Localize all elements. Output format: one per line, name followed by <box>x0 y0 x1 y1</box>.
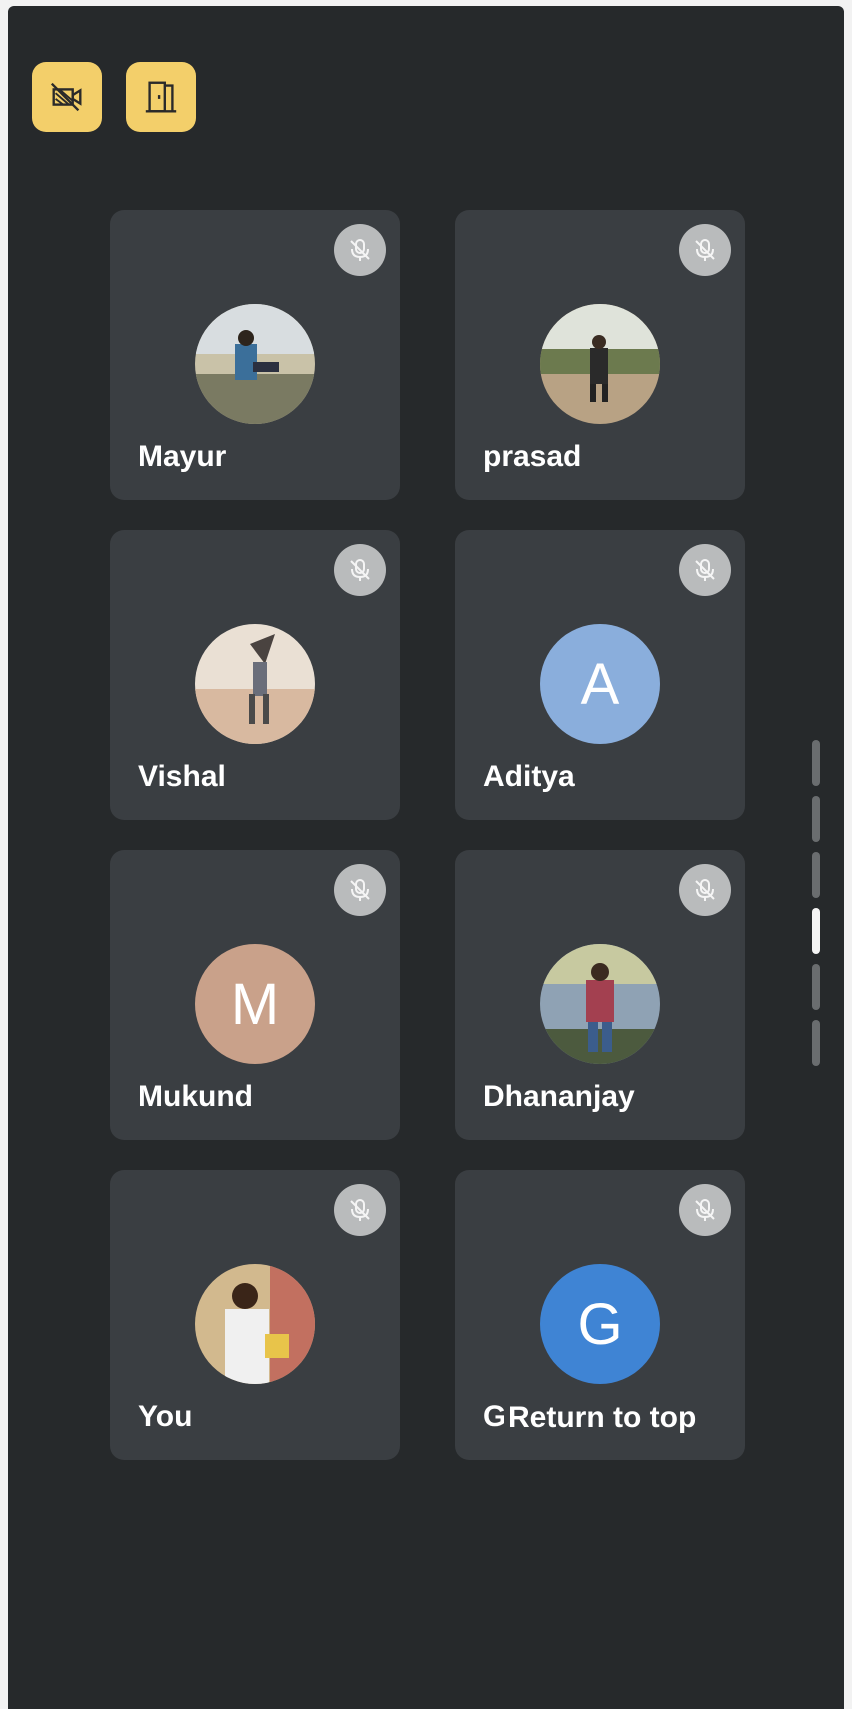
participant-name: Vishal <box>138 760 226 793</box>
scroll-indicator[interactable] <box>812 740 822 1070</box>
avatar <box>195 304 315 424</box>
mic-off-icon <box>679 864 731 916</box>
avatar <box>540 944 660 1064</box>
scroll-segment <box>812 964 820 1010</box>
mic-off-icon <box>334 864 386 916</box>
participant-tile[interactable]: M Mukund <box>110 850 400 1140</box>
participant-name: G <box>483 1400 507 1433</box>
scroll-segment <box>812 740 820 786</box>
mic-off-icon <box>334 544 386 596</box>
avatar: G <box>540 1264 660 1384</box>
participant-name: Dhananjay <box>483 1080 635 1113</box>
participant-tile[interactable]: Dhananjay <box>455 850 745 1140</box>
participant-tile[interactable]: Mayur <box>110 210 400 500</box>
avatar <box>540 304 660 424</box>
exit-door-icon <box>145 81 177 113</box>
participant-tile[interactable]: You <box>110 1170 400 1460</box>
camera-off-icon <box>50 82 82 112</box>
mic-off-icon <box>334 1184 386 1236</box>
participant-name: prasad <box>483 440 582 473</box>
participant-name: Mukund <box>138 1080 253 1113</box>
mic-off-icon <box>334 224 386 276</box>
participant-name: Aditya <box>483 760 575 793</box>
avatar: A <box>540 624 660 744</box>
participant-name: Mayur <box>138 440 227 473</box>
participant-name: You <box>138 1400 193 1433</box>
avatar <box>195 1264 315 1384</box>
return-to-top-link[interactable]: Return to top <box>504 1401 697 1435</box>
camera-off-button[interactable] <box>32 62 102 132</box>
mic-off-icon <box>679 1184 731 1236</box>
leave-call-button[interactable] <box>126 62 196 132</box>
mic-off-icon <box>679 544 731 596</box>
participant-tile[interactable]: prasad <box>455 210 745 500</box>
scroll-segment <box>812 852 820 898</box>
avatar: M <box>195 944 315 1064</box>
scroll-segment <box>812 796 820 842</box>
participant-tile[interactable]: Vishal <box>110 530 400 820</box>
avatar <box>195 624 315 744</box>
scroll-segment <box>812 1020 820 1066</box>
participant-tile[interactable]: A Aditya <box>455 530 745 820</box>
mic-off-icon <box>679 224 731 276</box>
scroll-segment-active <box>812 908 820 954</box>
